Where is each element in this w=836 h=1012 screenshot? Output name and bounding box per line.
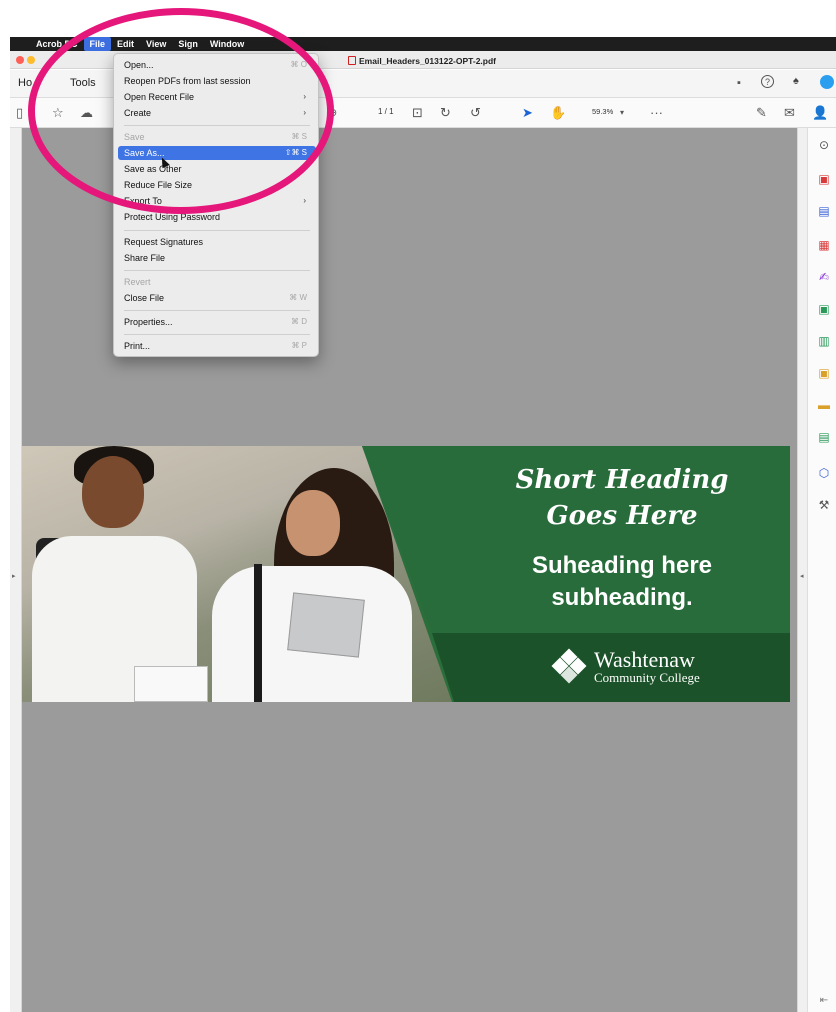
rotate-clockwise-icon[interactable]: ↻ <box>440 105 451 121</box>
logo-name: Washtenaw <box>594 647 695 672</box>
zoom-dropdown-icon[interactable]: ▾ <box>620 105 624 121</box>
sign-pen-icon[interactable]: ✎ <box>756 105 767 121</box>
menu-separator <box>124 310 310 311</box>
banner-subheading: Suheading here subheading. <box>454 550 790 614</box>
account-avatar[interactable] <box>820 75 834 89</box>
close-window-button[interactable] <box>16 56 24 64</box>
banner-heading: Short Heading Goes Here <box>454 462 790 534</box>
menu-item-print[interactable]: Print... ⌘ P <box>118 339 316 353</box>
collapse-right-panel-icon[interactable]: ◂ <box>800 572 804 580</box>
submenu-chevron-icon: › <box>303 196 306 205</box>
acrobat-window: Acrob DC File Edit View Sign Window Emai… <box>0 0 836 1012</box>
pdf-file-icon <box>348 56 356 65</box>
rotate-counterclockwise-icon[interactable]: ↺ <box>470 105 481 121</box>
share-user-icon[interactable]: 👤 <box>812 105 828 121</box>
page-indicator[interactable]: 1 / 1 <box>378 107 394 116</box>
document-tab-title: Email_Headers_013122-OPT-2.pdf <box>359 55 497 66</box>
right-tools-panel: ⊙ ▣ ▤ ▦ ✍ ▣ ▥ ▣ ▬ ▤ ⬡ ⚒ ⇤ <box>807 128 836 1012</box>
tablet-device <box>287 592 365 658</box>
organize-pages-icon[interactable]: ▦ <box>817 238 831 252</box>
left-panel-rail[interactable]: ▸ <box>10 128 22 1012</box>
washtenaw-logo: Washtenaw Community College <box>550 645 740 689</box>
banner-heading-line1: Short Heading <box>515 465 729 495</box>
document-tab[interactable]: Email_Headers_013122-OPT-2.pdf <box>348 53 496 68</box>
more-options-icon[interactable]: ··· <box>650 105 663 121</box>
hand-tool-icon[interactable]: ✋ <box>550 105 566 121</box>
menu-item-request-signatures[interactable]: Request Signatures <box>118 235 316 249</box>
highlight-ellipse <box>28 8 334 214</box>
student-female-face <box>286 490 340 556</box>
chat-icon[interactable]: ▪ <box>737 77 741 89</box>
create-pdf-icon[interactable]: ▣ <box>817 172 831 186</box>
menu-separator <box>124 270 310 271</box>
student-male-head <box>82 456 144 528</box>
right-panel-collapse-rail[interactable]: ◂ <box>797 128 807 1012</box>
zoom-level[interactable]: 59.3% <box>592 107 613 116</box>
sidebar-toggle-icon[interactable]: ▯ <box>16 105 23 121</box>
menu-item-revert: Revert <box>124 277 151 287</box>
menu-item-share-file[interactable]: Share File <box>118 251 316 265</box>
more-tools-icon[interactable]: ⚒ <box>817 498 831 512</box>
menu-item-properties[interactable]: Properties... ⌘ D <box>118 315 316 329</box>
expand-left-panel-icon[interactable]: ▸ <box>12 572 16 580</box>
combine-files-icon[interactable]: ▤ <box>817 204 831 218</box>
menu-separator <box>124 334 310 335</box>
notification-bell-icon[interactable]: ♠ <box>793 75 799 87</box>
export-pdf-icon[interactable]: ▥ <box>817 334 831 348</box>
menu-item-protect-password[interactable]: Protect Using Password <box>118 210 316 224</box>
select-pointer-icon[interactable]: ➤ <box>522 105 533 121</box>
banner-subheading-line1: Suheading here <box>531 552 713 579</box>
bag-strap <box>254 564 262 702</box>
logo-wordmark: Washtenaw Community College <box>594 649 700 685</box>
scan-ocr-icon[interactable]: ▣ <box>817 366 831 380</box>
menu-separator <box>124 230 310 231</box>
comment-icon[interactable]: ⊙ <box>817 138 831 152</box>
college-logo-icon <box>550 648 588 685</box>
fill-sign-icon[interactable]: ✍ <box>817 270 831 284</box>
banner-heading-line2: Goes Here <box>546 501 698 531</box>
edit-pdf-icon[interactable]: ▣ <box>817 302 831 316</box>
notebook <box>134 666 208 702</box>
email-envelope-icon[interactable]: ✉ <box>784 105 795 121</box>
comment-tool-icon[interactable]: ▬ <box>817 398 831 412</box>
collapse-tools-icon[interactable]: ⇤ <box>817 994 831 1008</box>
logo-subname: Community College <box>594 670 700 685</box>
protect-icon[interactable]: ⬡ <box>817 466 831 480</box>
print-production-icon[interactable]: ▤ <box>817 430 831 444</box>
menu-item-close-file[interactable]: Close File ⌘ W <box>118 291 316 305</box>
page-thumbnail-icon[interactable]: ⊡ <box>412 105 423 121</box>
help-icon[interactable]: ? <box>761 75 774 88</box>
email-header-banner: Short Heading Goes Here Suheading here s… <box>22 446 790 702</box>
minimize-window-button[interactable] <box>27 56 35 64</box>
banner-subheading-line2: subheading. <box>551 584 693 611</box>
